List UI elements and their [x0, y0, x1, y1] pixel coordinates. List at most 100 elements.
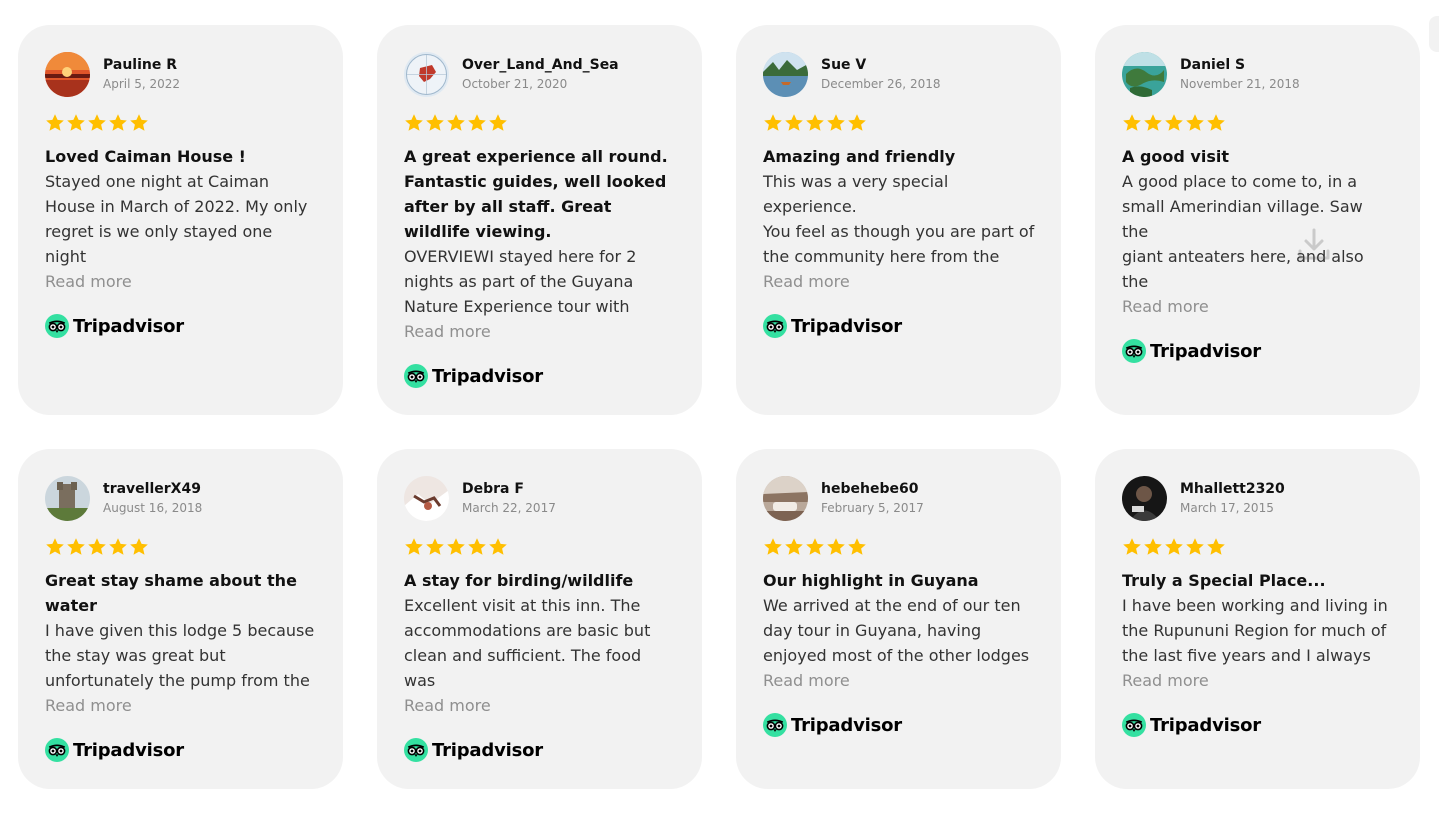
reviewer-name: Over_Land_And_Sea — [462, 57, 619, 73]
review-title: A great experience all round. Fantastic … — [404, 147, 668, 241]
review-date: November 21, 2018 — [1180, 77, 1300, 91]
avatar — [45, 51, 90, 97]
star-icon — [1186, 538, 1204, 555]
star-icon — [46, 538, 64, 555]
read-more-link[interactable]: Read more — [1122, 668, 1394, 693]
star-icon — [426, 114, 444, 131]
star-icon — [489, 538, 507, 555]
avatar — [45, 475, 90, 521]
review-date: March 17, 2015 — [1180, 501, 1274, 515]
star-rating — [45, 113, 317, 133]
review-header: Pauline R April 5, 2022 — [45, 51, 317, 97]
tripadvisor-owl-icon — [404, 364, 428, 388]
review-card: Mhallett2320 March 17, 2015 Truly a Spec… — [1095, 449, 1420, 789]
star-icon — [806, 114, 824, 131]
avatar — [404, 475, 449, 521]
review-card: Debra F March 22, 2017 A stay for birdin… — [377, 449, 702, 789]
star-icon — [468, 114, 486, 131]
tripadvisor-owl-icon — [45, 314, 69, 338]
star-icon — [1207, 114, 1225, 131]
tripadvisor-owl-icon — [404, 738, 428, 762]
tripadvisor-label: Tripadvisor — [432, 739, 543, 761]
tripadvisor-link[interactable]: Tripadvisor — [1122, 712, 1394, 738]
review-card: Daniel S November 21, 2018 A good visit … — [1095, 25, 1420, 415]
review-card: hebehebe60 February 5, 2017 Our highligh… — [736, 449, 1061, 789]
tripadvisor-owl-icon — [1122, 713, 1146, 737]
review-excerpt: This was a very special experience. You … — [763, 172, 1035, 266]
star-rating — [404, 537, 676, 557]
tripadvisor-link[interactable]: Tripadvisor — [404, 363, 676, 389]
review-header: hebehebe60 February 5, 2017 — [763, 475, 1035, 521]
star-icon — [764, 538, 782, 555]
star-rating — [1122, 113, 1394, 133]
star-icon — [109, 114, 127, 131]
star-icon — [1207, 538, 1225, 555]
star-icon — [806, 538, 824, 555]
star-icon — [46, 114, 64, 131]
reviewer-name: Daniel S — [1180, 57, 1246, 73]
star-icon — [1186, 114, 1204, 131]
tripadvisor-link[interactable]: Tripadvisor — [45, 737, 317, 763]
scroll-edge-tab[interactable] — [1429, 16, 1439, 52]
review-card: Pauline R April 5, 2022 Loved Caiman Hou… — [18, 25, 343, 415]
review-header: Sue V December 26, 2018 — [763, 51, 1035, 97]
tripadvisor-label: Tripadvisor — [73, 739, 184, 761]
star-rating — [763, 113, 1035, 133]
review-card: travellerX49 August 16, 2018 Great stay … — [18, 449, 343, 789]
review-title: Loved Caiman House ! — [45, 147, 246, 166]
star-icon — [1144, 538, 1162, 555]
read-more-link[interactable]: Read more — [404, 319, 676, 344]
tripadvisor-label: Tripadvisor — [791, 315, 902, 337]
review-date: August 16, 2018 — [103, 501, 203, 515]
tripadvisor-owl-icon — [763, 713, 787, 737]
review-excerpt: We arrived at the end of our ten day tou… — [763, 596, 1030, 665]
tripadvisor-link[interactable]: Tripadvisor — [763, 712, 1035, 738]
tripadvisor-owl-icon — [763, 314, 787, 338]
star-rating — [45, 537, 317, 557]
star-icon — [1144, 114, 1162, 131]
tripadvisor-link[interactable]: Tripadvisor — [1122, 338, 1394, 364]
avatar — [404, 51, 449, 97]
avatar — [1122, 475, 1167, 521]
tripadvisor-link[interactable]: Tripadvisor — [45, 313, 317, 339]
review-excerpt: Excellent visit at this inn. The accommo… — [404, 596, 651, 690]
tripadvisor-link[interactable]: Tripadvisor — [763, 313, 1035, 339]
star-icon — [88, 538, 106, 555]
read-more-link[interactable]: Read more — [45, 269, 317, 294]
reviewer-name: travellerX49 — [103, 481, 201, 497]
star-rating — [1122, 537, 1394, 557]
star-icon — [109, 538, 127, 555]
read-more-link[interactable]: Read more — [763, 269, 1035, 294]
tripadvisor-link[interactable]: Tripadvisor — [404, 737, 676, 763]
review-title: Amazing and friendly — [763, 147, 956, 166]
star-icon — [405, 114, 423, 131]
star-icon — [764, 114, 782, 131]
star-icon — [426, 538, 444, 555]
review-card: Over_Land_And_Sea October 21, 2020 A gre… — [377, 25, 702, 415]
star-icon — [827, 538, 845, 555]
reviewer-name: Debra F — [462, 481, 524, 497]
download-icon[interactable] — [1297, 227, 1331, 261]
reviewer-name: Mhallett2320 — [1180, 481, 1285, 497]
read-more-link[interactable]: Read more — [763, 668, 1035, 693]
tripadvisor-label: Tripadvisor — [791, 714, 902, 736]
read-more-link[interactable]: Read more — [1122, 294, 1394, 319]
star-icon — [67, 538, 85, 555]
reviews-grid: Pauline R April 5, 2022 Loved Caiman Hou… — [18, 25, 1420, 789]
star-icon — [848, 538, 866, 555]
review-excerpt: Stayed one night at Caiman House in Marc… — [45, 172, 308, 266]
review-title: A stay for birding/wildlife — [404, 571, 634, 590]
review-date: October 21, 2020 — [462, 77, 568, 91]
star-icon — [130, 538, 148, 555]
star-icon — [405, 538, 423, 555]
star-icon — [468, 538, 486, 555]
review-title: Truly a Special Place... — [1122, 571, 1326, 590]
tripadvisor-label: Tripadvisor — [1150, 714, 1261, 736]
review-excerpt: OVERVIEWI stayed here for 2 nights as pa… — [404, 247, 637, 316]
read-more-link[interactable]: Read more — [404, 693, 676, 718]
star-rating — [763, 537, 1035, 557]
star-icon — [1165, 538, 1183, 555]
review-title: Our highlight in Guyana — [763, 571, 979, 590]
review-header: Daniel S November 21, 2018 — [1122, 51, 1394, 97]
read-more-link[interactable]: Read more — [45, 693, 317, 718]
